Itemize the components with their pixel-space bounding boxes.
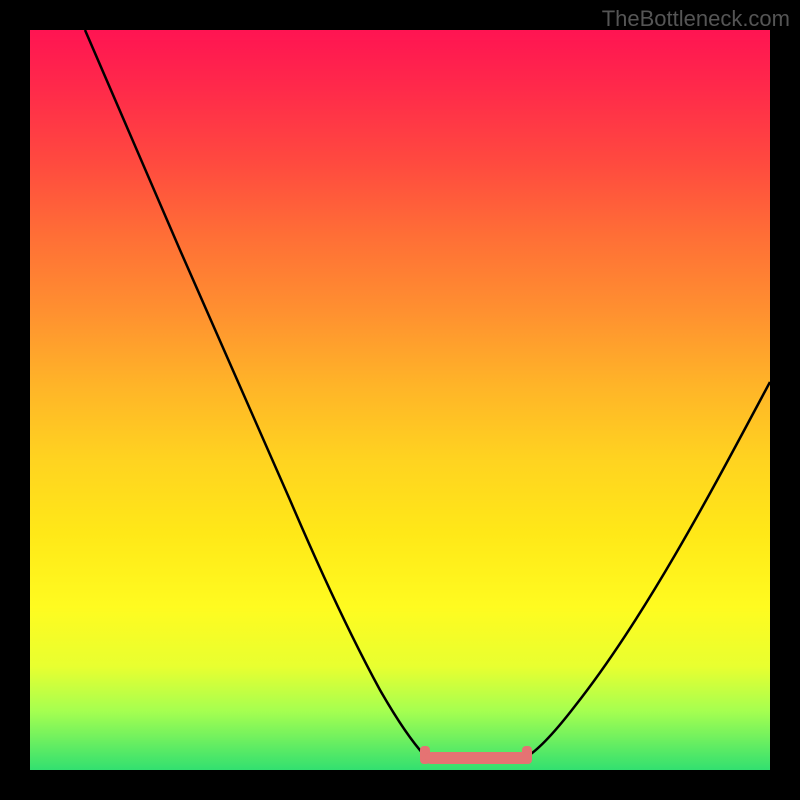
trough-highlight	[425, 752, 530, 764]
watermark-text: TheBottleneck.com	[602, 6, 790, 32]
chart-curves-svg	[30, 30, 770, 770]
trough-right-end	[522, 746, 532, 764]
right-curve	[528, 382, 770, 756]
left-curve	[85, 30, 425, 756]
chart-plot-area	[30, 30, 770, 770]
